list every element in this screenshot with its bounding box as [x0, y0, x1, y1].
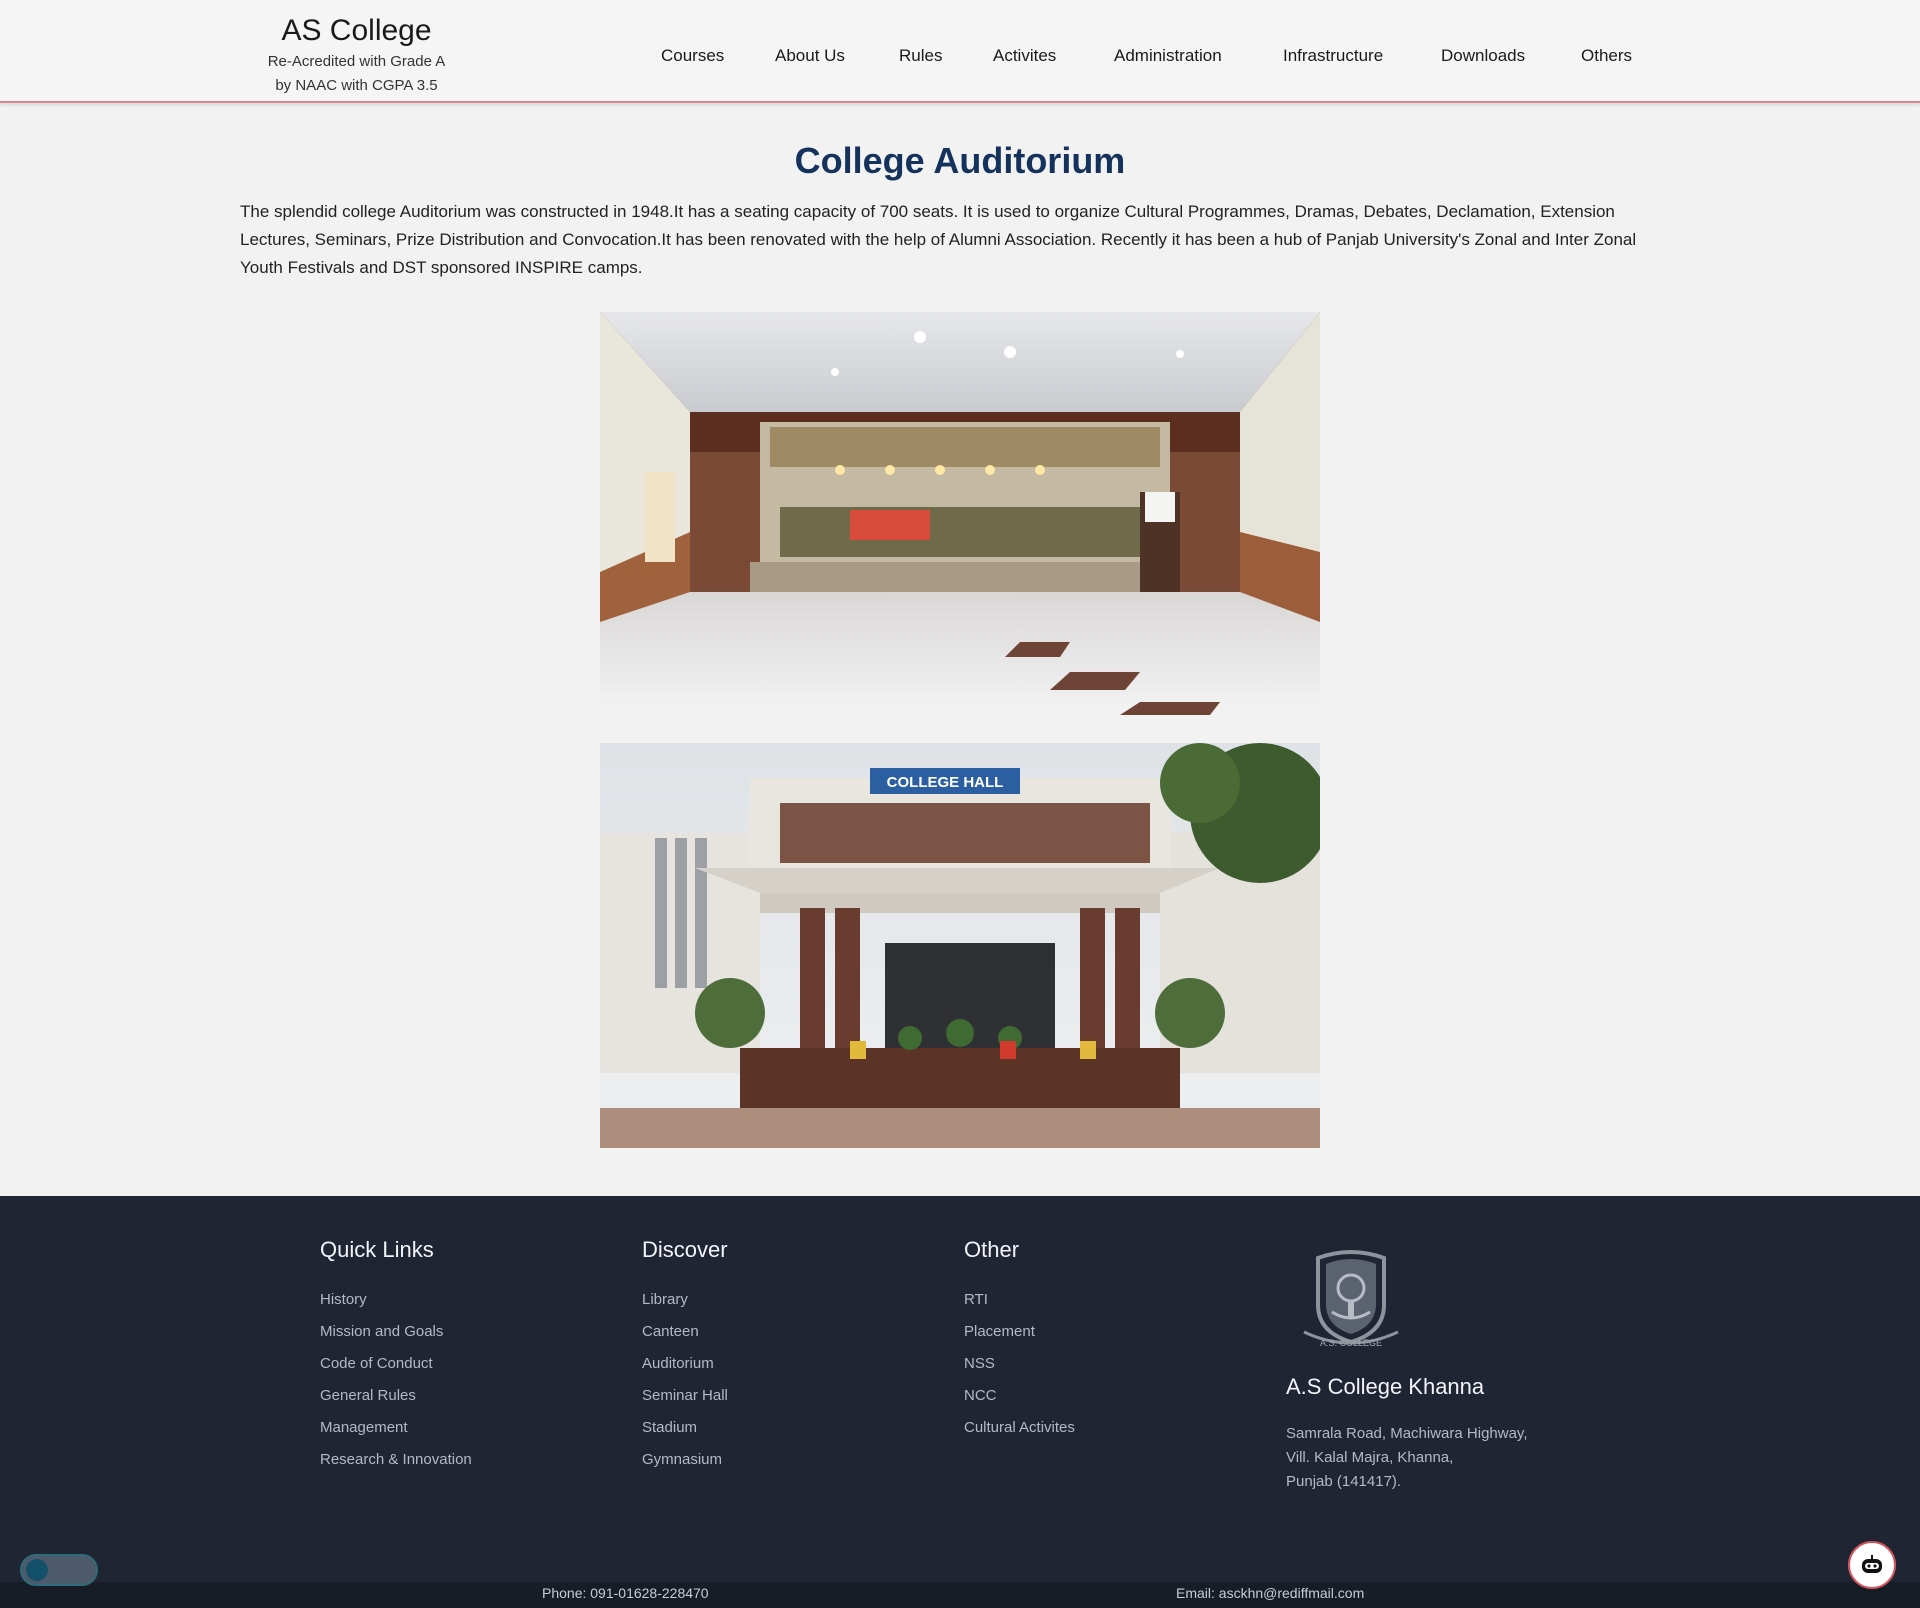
chatbot-button[interactable]	[1848, 1541, 1896, 1589]
phone-number[interactable]: Phone: 091-01628-228470	[542, 1585, 709, 1601]
nav-activites[interactable]: Activites	[993, 46, 1056, 66]
footer-link-placement[interactable]: Placement	[964, 1316, 1075, 1348]
address-line-1: Samrala Road, Machiwara Highway,	[1286, 1425, 1528, 1442]
discover-heading: Discover	[642, 1237, 728, 1262]
email-address[interactable]: Email: asckhn@rediffmail.com	[1176, 1585, 1364, 1601]
brand-title[interactable]: AS College	[240, 12, 473, 50]
footer-link-nss[interactable]: NSS	[964, 1348, 1075, 1380]
footer-link-stadium[interactable]: Stadium	[642, 1412, 728, 1444]
nav-rules[interactable]: Rules	[899, 46, 942, 66]
address-line-2: Vill. Kalal Majra, Khanna,	[1286, 1449, 1454, 1466]
intro-paragraph: The splendid college Auditorium was cons…	[240, 202, 1637, 277]
footer-discover: Discover Library Canteen Auditorium Semi…	[642, 1236, 728, 1476]
footer-link-history[interactable]: History	[320, 1284, 472, 1316]
footer-link-rti[interactable]: RTI	[964, 1284, 1075, 1316]
org-address: Samrala Road, Machiwara Highway, Vill. K…	[1286, 1422, 1528, 1494]
footer-link-canteen[interactable]: Canteen	[642, 1316, 728, 1348]
footer-link-cultural-activites[interactable]: Cultural Activites	[964, 1412, 1075, 1444]
contact-bar	[0, 1582, 1920, 1608]
logo-text: A.S. COLLEGE	[1320, 1338, 1382, 1348]
footer-quick-links: Quick Links History Mission and Goals Co…	[320, 1236, 472, 1476]
robot-icon	[1862, 1555, 1882, 1573]
other-heading: Other	[964, 1237, 1020, 1262]
footer-link-ncc[interactable]: NCC	[964, 1380, 1075, 1412]
quick-links-heading: Quick Links	[320, 1237, 434, 1262]
nav-downloads[interactable]: Downloads	[1441, 46, 1525, 66]
footer-link-gymnasium[interactable]: Gymnasium	[642, 1444, 728, 1476]
org-name: A.S College Khanna	[1286, 1374, 1485, 1399]
nav-courses[interactable]: Courses	[661, 46, 724, 66]
college-hall-sign: COLLEGE HALL	[887, 774, 1004, 791]
brand-subtitle-line-2: by NAAC with CGPA 3.5	[275, 77, 438, 94]
nav-infrastructure[interactable]: Infrastructure	[1283, 46, 1383, 66]
main-nav: Courses About Us Rules Activites Adminis…	[0, 46, 1920, 70]
college-hall-exterior-photo: COLLEGE HALL	[600, 743, 1320, 1148]
site-header: AS College Re-Acredited with Grade A by …	[0, 0, 1920, 103]
address-line-3: Punjab (141417).	[1286, 1473, 1402, 1490]
footer-link-auditorium[interactable]: Auditorium	[642, 1348, 728, 1380]
footer-link-general-rules[interactable]: General Rules	[320, 1380, 472, 1412]
footer-link-library[interactable]: Library	[642, 1284, 728, 1316]
auditorium-interior-photo	[600, 312, 1320, 715]
footer-link-management[interactable]: Management	[320, 1412, 472, 1444]
footer-link-research-innovation[interactable]: Research & Innovation	[320, 1444, 472, 1476]
toggle-knob	[26, 1559, 48, 1581]
theme-toggle[interactable]	[20, 1554, 98, 1586]
footer-other: Other RTI Placement NSS NCC Cultural Act…	[964, 1236, 1075, 1444]
nav-others[interactable]: Others	[1581, 46, 1632, 66]
nav-administration[interactable]: Administration	[1114, 46, 1222, 66]
footer-link-mission-and-goals[interactable]: Mission and Goals	[320, 1316, 472, 1348]
nav-about-us[interactable]: About Us	[775, 46, 845, 66]
college-crest-logo: A.S. COLLEGE	[1296, 1250, 1406, 1352]
site-footer	[0, 1196, 1920, 1608]
footer-link-code-of-conduct[interactable]: Code of Conduct	[320, 1348, 472, 1380]
footer-link-seminar-hall[interactable]: Seminar Hall	[642, 1380, 728, 1412]
page-title: College Auditorium	[794, 140, 1126, 181]
